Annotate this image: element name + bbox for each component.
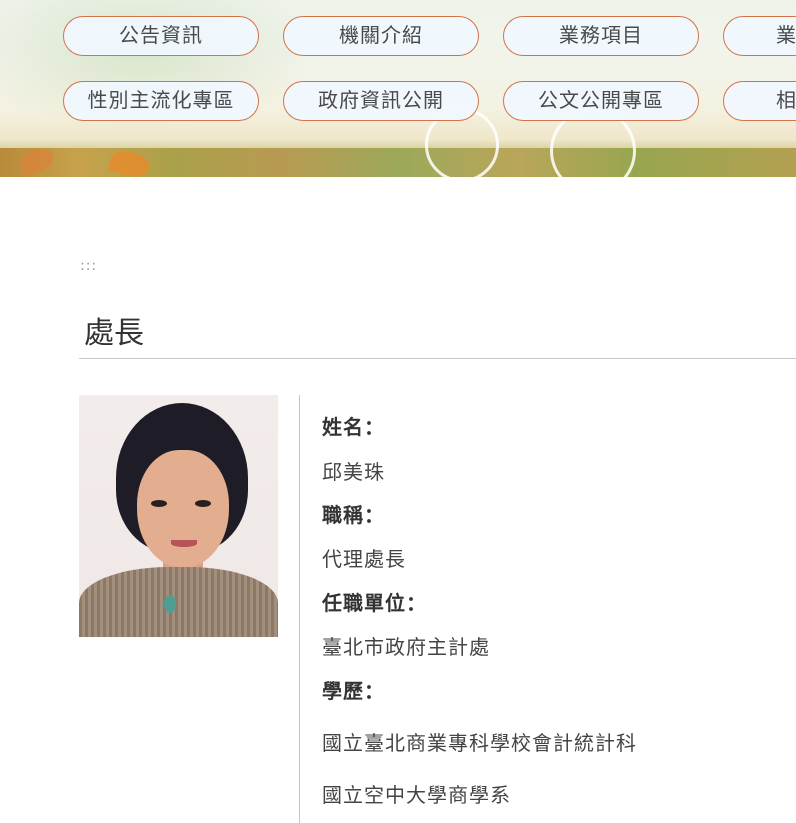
page-title: 處長 bbox=[79, 312, 796, 359]
nav-official-docs[interactable]: 公文公開專區 bbox=[503, 81, 699, 121]
header-banner: 公告資訊 機關介紹 業務項目 業 性別主流化專區 政府資訊公開 公文公開專區 相 bbox=[0, 0, 796, 177]
nav-item-partial[interactable]: 業 bbox=[723, 16, 796, 56]
vertical-divider bbox=[299, 395, 300, 823]
name-value: 邱美珠 bbox=[322, 460, 385, 484]
nav-services[interactable]: 業務項目 bbox=[503, 16, 699, 56]
education-item: 國立空中大學商學系 bbox=[322, 783, 511, 807]
nav-agency-intro[interactable]: 機關介紹 bbox=[283, 16, 479, 56]
nav-item-partial[interactable]: 相 bbox=[723, 81, 796, 121]
nav-announcements[interactable]: 公告資訊 bbox=[63, 16, 259, 56]
title-label: 職稱： bbox=[322, 503, 385, 527]
profile-photo bbox=[79, 395, 278, 637]
education-label: 學歷： bbox=[322, 679, 385, 703]
unit-value: 臺北市政府主計處 bbox=[322, 635, 490, 659]
name-label: 姓名： bbox=[322, 415, 385, 439]
title-value: 代理處長 bbox=[322, 547, 406, 571]
breadcrumb-marker[interactable]: ::: bbox=[80, 258, 97, 274]
nav-gov-info-disclosure[interactable]: 政府資訊公開 bbox=[283, 81, 479, 121]
education-item: 國立臺北商業專科學校會計統計科 bbox=[322, 731, 637, 755]
unit-label: 任職單位： bbox=[322, 591, 427, 615]
nav-gender-mainstreaming[interactable]: 性別主流化專區 bbox=[63, 81, 259, 121]
